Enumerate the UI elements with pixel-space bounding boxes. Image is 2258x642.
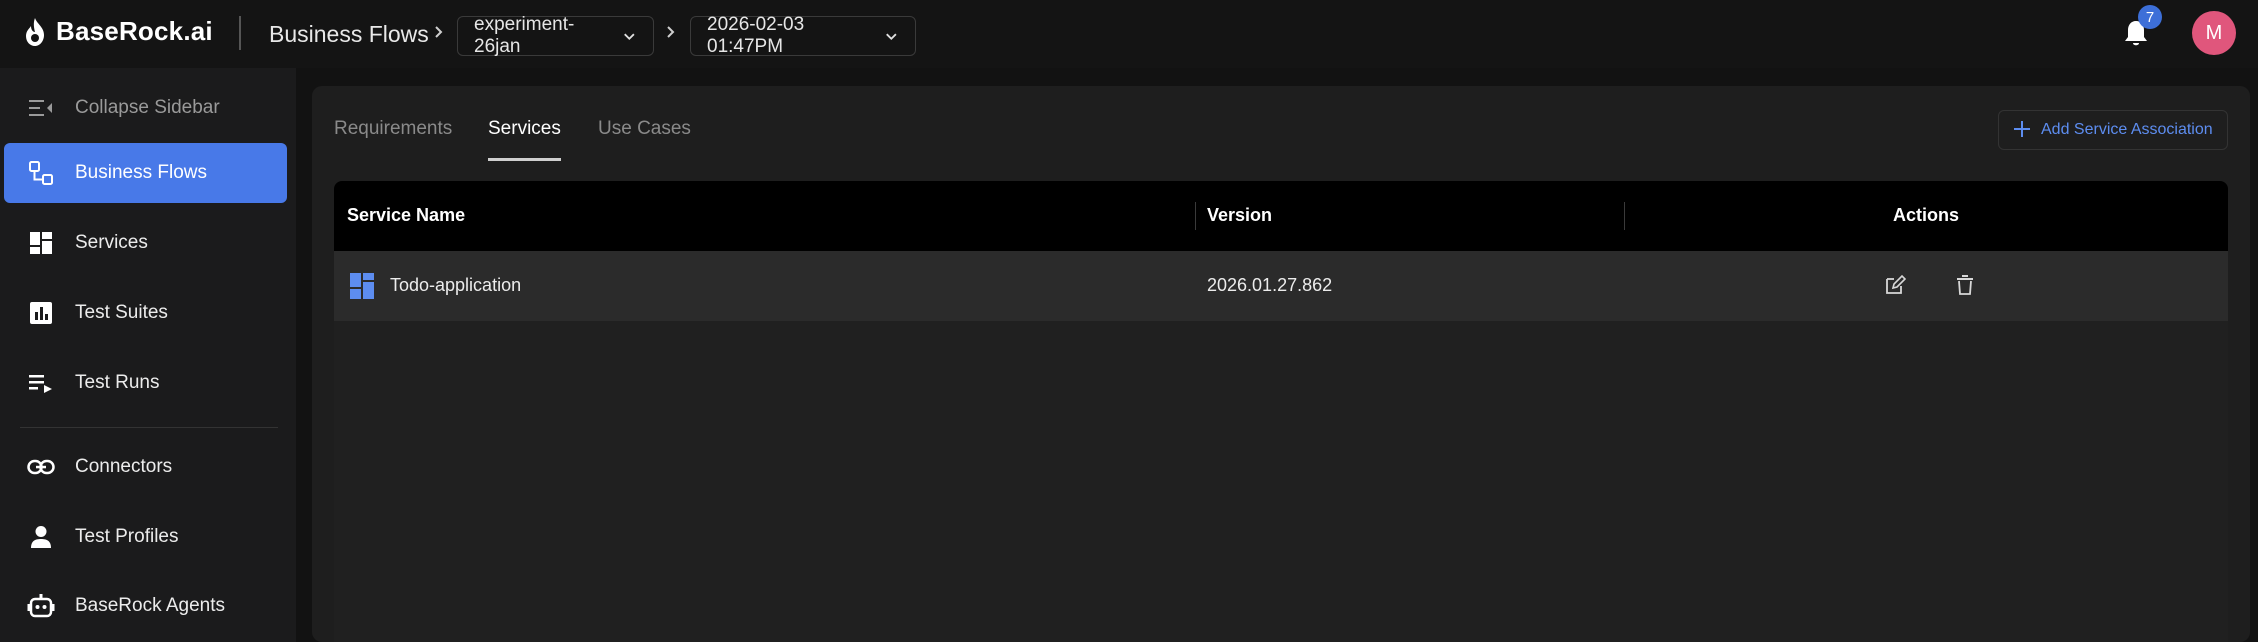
project-select-value: experiment-26jan xyxy=(474,14,575,57)
link-icon xyxy=(26,452,56,482)
edit-icon[interactable] xyxy=(1884,274,1906,296)
test-runs-icon xyxy=(26,368,56,398)
plus-icon xyxy=(2014,121,2030,137)
sidebar-item-test-suites[interactable]: Test Suites xyxy=(4,283,287,343)
run-select-value: 2026-02-03 01:47PM xyxy=(707,14,805,57)
add-service-association-label: Add Service Association xyxy=(2041,121,2213,138)
sidebar-item-label: Test Profiles xyxy=(75,526,179,547)
chevron-down-icon xyxy=(624,33,635,41)
collapse-sidebar-label: Collapse Sidebar xyxy=(75,97,220,118)
sidebar-item-label: BaseRock Agents xyxy=(75,595,225,616)
sidebar-divider xyxy=(20,427,278,428)
delete-icon[interactable] xyxy=(1954,274,1976,296)
chevron-right-icon xyxy=(667,26,675,38)
chevron-right-icon xyxy=(435,26,443,38)
sidebar: Collapse Sidebar Business Flows Services… xyxy=(0,68,296,642)
tab-services[interactable]: Services xyxy=(488,118,561,140)
sidebar-item-label: Test Runs xyxy=(75,372,160,393)
services-table: Service Name Version Actions Todo-applic… xyxy=(334,181,2228,642)
flame-logo-icon xyxy=(26,17,44,46)
sidebar-item-test-runs[interactable]: Test Runs xyxy=(4,353,287,413)
sidebar-item-connectors[interactable]: Connectors xyxy=(4,437,287,497)
column-header-actions: Actions xyxy=(1893,205,1960,225)
service-grid-icon xyxy=(350,273,374,299)
services-icon xyxy=(26,228,56,258)
version-cell: 2026.01.27.862 xyxy=(1207,275,1333,295)
tab-use-cases[interactable]: Use Cases xyxy=(598,118,691,140)
collapse-sidebar-icon xyxy=(26,93,56,123)
person-icon xyxy=(26,522,56,552)
project-select[interactable]: experiment-26jan xyxy=(457,14,654,57)
table-row[interactable]: Todo-application 2026.01.27.862 xyxy=(334,251,2228,321)
notification-badge: 7 xyxy=(2138,5,2162,29)
business-flows-icon xyxy=(26,158,56,188)
sidebar-item-label: Business Flows xyxy=(75,162,207,183)
sidebar-item-label: Services xyxy=(75,232,148,253)
sidebar-item-services[interactable]: Services xyxy=(4,213,287,273)
sidebar-item-label: Test Suites xyxy=(75,302,168,323)
app-name: BaseRock.ai xyxy=(56,16,213,46)
column-divider xyxy=(1195,202,1196,230)
test-suites-icon xyxy=(26,298,56,328)
collapse-sidebar-button[interactable]: Collapse Sidebar xyxy=(4,78,287,138)
active-tab-indicator xyxy=(488,158,561,161)
breadcrumb-title[interactable]: Business Flows xyxy=(269,21,429,48)
add-service-association-button[interactable]: Add Service Association xyxy=(1998,110,2228,150)
main-panel: Requirements Services Use Cases Add Serv… xyxy=(312,86,2250,642)
sidebar-item-test-profiles[interactable]: Test Profiles xyxy=(4,507,287,567)
top-bar: BaseRock.ai Business Flows experiment-26… xyxy=(0,0,2258,68)
tab-requirements[interactable]: Requirements xyxy=(334,118,452,140)
chevron-down-icon xyxy=(886,33,897,41)
service-name-cell[interactable]: Todo-application xyxy=(390,275,521,296)
table-header: Service Name Version Actions xyxy=(334,181,2228,251)
user-avatar[interactable]: M xyxy=(2192,11,2236,55)
column-header-service-name[interactable]: Service Name xyxy=(347,205,465,226)
sidebar-item-label: Connectors xyxy=(75,456,173,477)
app-logo[interactable]: BaseRock.ai xyxy=(22,16,213,47)
column-header-version[interactable]: Version xyxy=(1207,205,1272,226)
column-divider xyxy=(1624,202,1625,230)
header-divider xyxy=(239,16,241,50)
robot-icon xyxy=(26,591,56,621)
sidebar-item-business-flows[interactable]: Business Flows xyxy=(4,143,287,203)
run-select[interactable]: 2026-02-03 01:47PM xyxy=(690,14,916,57)
sidebar-item-baserock-agents[interactable]: BaseRock Agents xyxy=(4,576,287,636)
